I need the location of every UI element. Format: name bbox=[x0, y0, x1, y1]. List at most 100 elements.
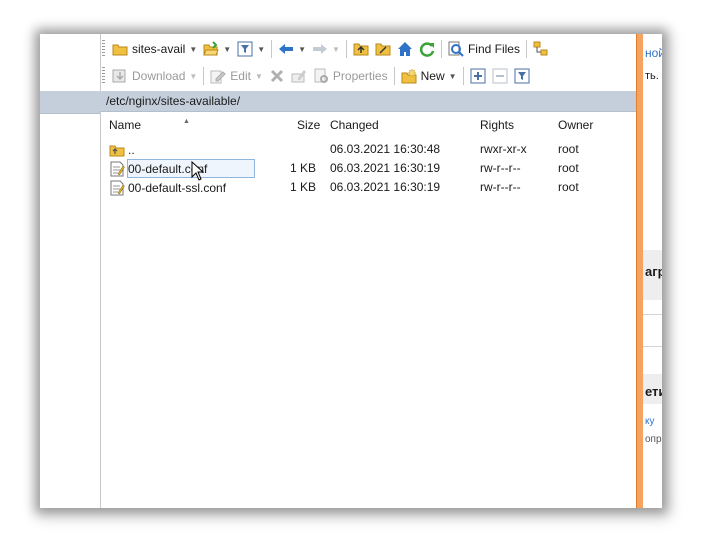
file-owner: root bbox=[558, 180, 579, 194]
open-folder-icon bbox=[203, 41, 220, 57]
file-owner: root bbox=[558, 161, 579, 175]
column-header-name[interactable]: Name ▲ bbox=[109, 118, 190, 134]
separator bbox=[393, 67, 395, 85]
properties-button[interactable]: Properties bbox=[310, 65, 391, 87]
arrow-left-icon bbox=[278, 41, 294, 57]
separator bbox=[345, 40, 347, 58]
config-file-icon bbox=[109, 180, 125, 196]
file-name-cell: .. bbox=[109, 142, 135, 158]
download-icon bbox=[112, 68, 128, 84]
background-text: агру bbox=[645, 264, 662, 279]
properties-icon bbox=[313, 68, 329, 84]
download-label: Download bbox=[132, 69, 186, 83]
background-text: ть. bbox=[645, 70, 659, 82]
table-row-selected[interactable]: 00-default.conf 1 KB 06.03.2021 16:30:19… bbox=[101, 159, 637, 178]
filter-icon bbox=[514, 68, 530, 84]
forward-button[interactable]: ▼ bbox=[309, 38, 343, 60]
parent-directory-button[interactable] bbox=[350, 38, 372, 60]
chevron-down-icon: ▼ bbox=[448, 71, 457, 81]
home-directory-button[interactable] bbox=[394, 38, 416, 60]
remote-file-list[interactable]: Name ▲ Size Changed Rights Owner .. 06.0… bbox=[100, 112, 637, 508]
parent-folder-icon bbox=[109, 142, 125, 158]
file-name-cell: 00-default-ssl.conf bbox=[109, 180, 226, 196]
table-row[interactable]: .. 06.03.2021 16:30:48 rwxr-xr-x root bbox=[101, 140, 637, 159]
unselect-files-button[interactable] bbox=[489, 65, 511, 87]
app-window: sites-avail ▼ ▼ ▼ ▼ ▼ Find Files Downloa… bbox=[40, 34, 662, 508]
toolbar-grip[interactable] bbox=[102, 67, 105, 85]
separator bbox=[271, 40, 273, 58]
file-owner: root bbox=[558, 142, 579, 156]
toolbar-grip[interactable] bbox=[102, 40, 105, 58]
plus-icon bbox=[470, 68, 486, 84]
chevron-down-icon: ▼ bbox=[189, 44, 198, 54]
new-folder-icon bbox=[401, 68, 417, 84]
select-files-button[interactable] bbox=[467, 65, 489, 87]
sort-ascending-icon: ▲ bbox=[183, 118, 190, 125]
location-label: sites-avail bbox=[132, 42, 186, 56]
refresh-icon bbox=[419, 41, 435, 57]
delete-button[interactable] bbox=[266, 65, 288, 87]
properties-label: Properties bbox=[332, 69, 388, 83]
file-changed: 06.03.2021 16:30:19 bbox=[330, 180, 441, 194]
tree-view-button[interactable] bbox=[530, 38, 552, 60]
chevron-down-icon: ▼ bbox=[254, 71, 263, 81]
location-dropdown[interactable]: sites-avail ▼ bbox=[109, 38, 200, 60]
arrow-right-icon bbox=[312, 41, 328, 57]
file-name: 00-default-ssl.conf bbox=[128, 181, 227, 195]
mouse-cursor-icon bbox=[191, 160, 205, 184]
filter-button[interactable]: ▼ bbox=[234, 38, 268, 60]
edit-label: Edit bbox=[230, 69, 251, 83]
download-button[interactable]: Download ▼ bbox=[109, 65, 200, 87]
edit-button[interactable]: Edit ▼ bbox=[207, 65, 266, 87]
chevron-down-icon: ▼ bbox=[223, 44, 232, 54]
separator bbox=[203, 67, 205, 85]
toolbar-navigation: sites-avail ▼ ▼ ▼ ▼ ▼ Find Files bbox=[100, 36, 634, 62]
background-text: ети bbox=[645, 384, 662, 399]
background-page: ной ть. агру ети ку опр bbox=[643, 34, 662, 508]
folder-icon bbox=[112, 41, 128, 57]
parent-folder-icon bbox=[353, 41, 369, 57]
column-header-changed[interactable]: Changed bbox=[330, 118, 379, 134]
open-directory-button[interactable]: ▼ bbox=[200, 38, 234, 60]
local-panel bbox=[40, 34, 101, 508]
separator bbox=[440, 40, 442, 58]
file-rights: rwxr-xr-x bbox=[480, 142, 527, 156]
back-button[interactable]: ▼ bbox=[275, 38, 309, 60]
separator bbox=[525, 40, 527, 58]
background-divider bbox=[643, 346, 662, 347]
column-header-rights[interactable]: Rights bbox=[480, 118, 514, 134]
file-size: 1 KB bbox=[289, 180, 316, 194]
root-folder-icon bbox=[375, 41, 391, 57]
file-changed: 06.03.2021 16:30:19 bbox=[330, 161, 441, 175]
rename-icon bbox=[291, 68, 307, 84]
find-files-button[interactable]: Find Files bbox=[445, 38, 523, 60]
tree-icon bbox=[533, 41, 549, 57]
toolbar-file-operations: Download ▼ Edit ▼ Properties New ▼ bbox=[100, 63, 634, 89]
refresh-button[interactable] bbox=[416, 38, 438, 60]
config-file-icon bbox=[109, 161, 125, 177]
rename-button[interactable] bbox=[288, 65, 310, 87]
table-row[interactable]: 00-default-ssl.conf 1 KB 06.03.2021 16:3… bbox=[101, 178, 637, 197]
local-path-bar bbox=[40, 91, 100, 114]
background-divider bbox=[643, 314, 662, 315]
new-button[interactable]: New ▼ bbox=[398, 65, 460, 87]
delete-icon bbox=[269, 68, 285, 84]
file-rights: rw-r--r-- bbox=[480, 180, 521, 194]
background-text: ку bbox=[645, 416, 655, 427]
background-text: ной bbox=[645, 46, 662, 60]
column-header-size[interactable]: Size bbox=[297, 118, 320, 134]
current-path: /etc/nginx/sites-available/ bbox=[106, 94, 241, 108]
remote-path-bar[interactable]: /etc/nginx/sites-available/ bbox=[100, 91, 636, 112]
chevron-down-icon: ▼ bbox=[257, 44, 266, 54]
root-directory-button[interactable] bbox=[372, 38, 394, 60]
separator bbox=[462, 67, 464, 85]
file-rights: rw-r--r-- bbox=[480, 161, 521, 175]
chevron-down-icon: ▼ bbox=[298, 44, 307, 54]
filter-files-button[interactable] bbox=[511, 65, 533, 87]
background-text: опр bbox=[645, 434, 662, 445]
new-label: New bbox=[420, 69, 445, 83]
column-header-owner[interactable]: Owner bbox=[558, 118, 593, 134]
home-icon bbox=[397, 41, 413, 57]
minus-icon bbox=[492, 68, 508, 84]
file-changed: 06.03.2021 16:30:48 bbox=[330, 142, 441, 156]
